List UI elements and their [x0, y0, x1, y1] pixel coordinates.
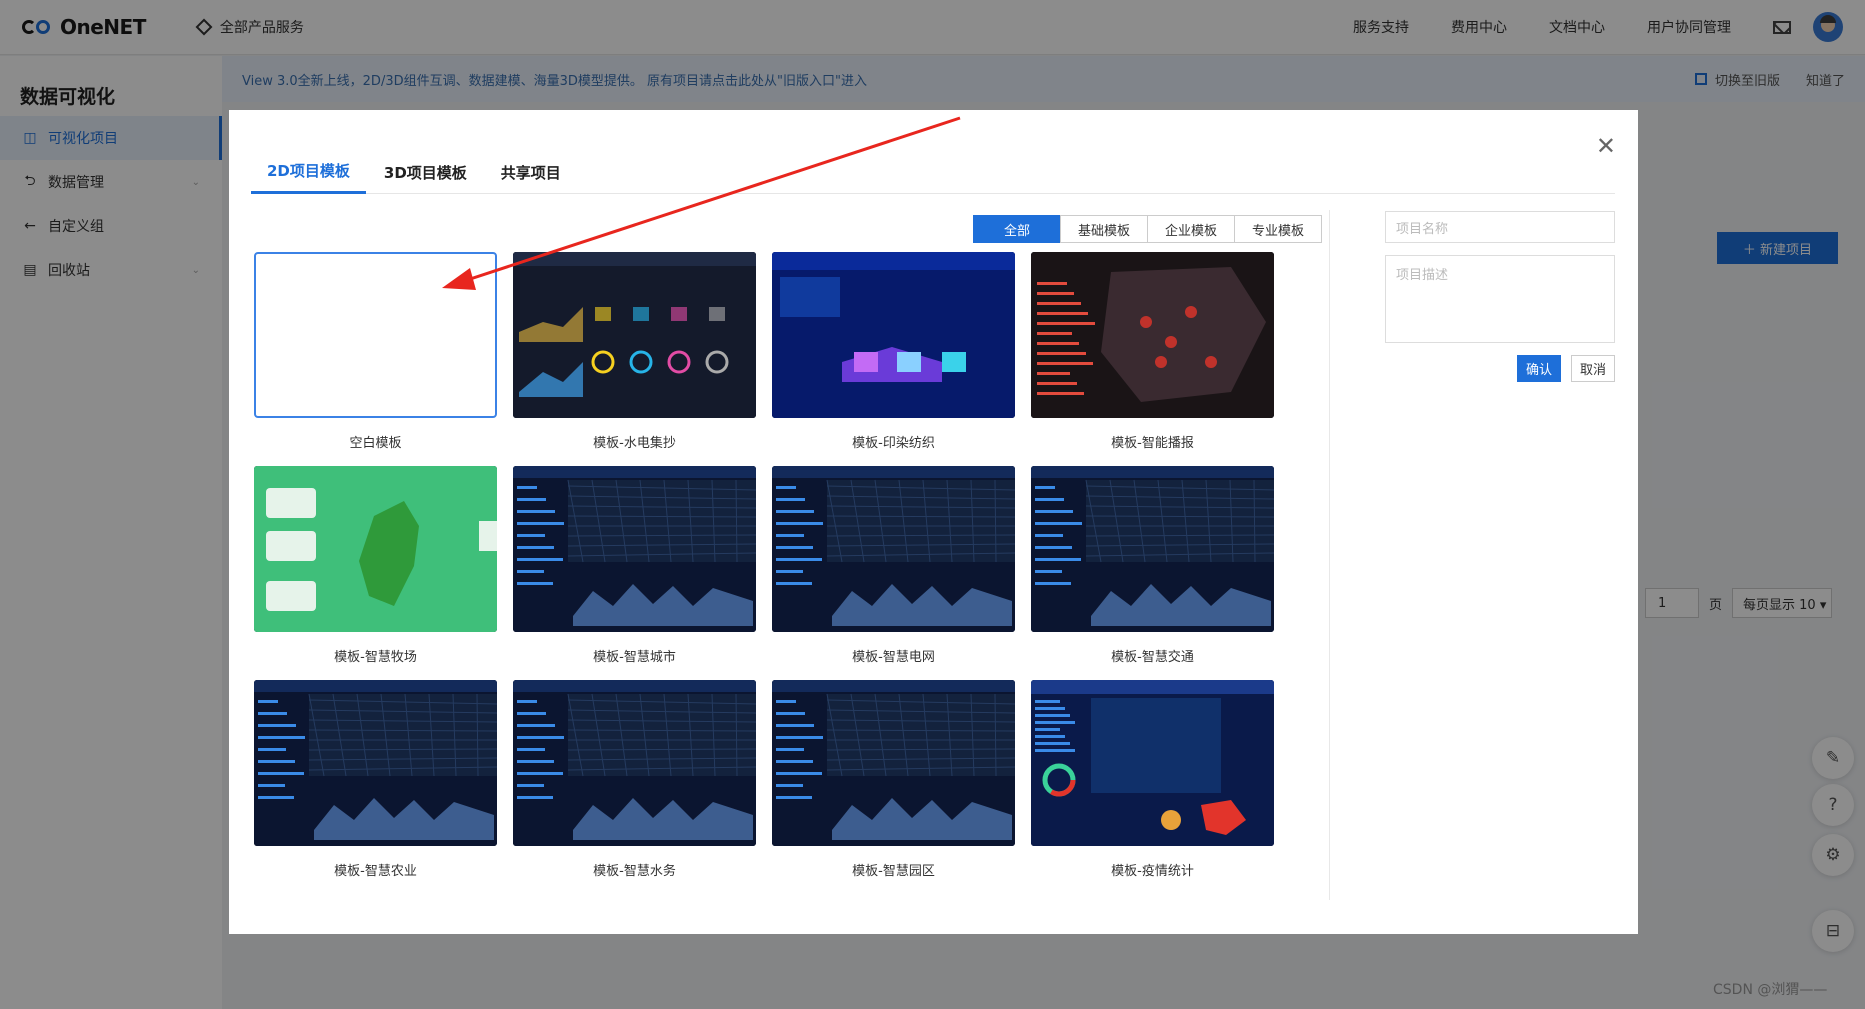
template-thumbnail [513, 252, 756, 418]
template-thumbnail [1031, 252, 1274, 418]
template-thumbnail [513, 466, 756, 632]
template-card-blank[interactable]: 空白模板 [254, 252, 497, 451]
template-card[interactable]: 模板-水电集抄 [513, 252, 756, 451]
template-thumbnail [1031, 680, 1274, 846]
new-project-modal: ✕ 2D项目模板 3D项目模板 共享项目 全部 基础模板 企业模板 专业模板 空… [229, 110, 1638, 934]
filter-basic[interactable]: 基础模板 [1060, 215, 1148, 243]
template-card[interactable]: 模板-智慧园区 [772, 680, 1015, 879]
confirm-button[interactable]: 确认 [1517, 355, 1561, 382]
template-card[interactable]: 模板-智能播报 [1031, 252, 1274, 451]
modal-divider [1329, 210, 1330, 900]
template-thumbnail [254, 466, 497, 632]
project-description-input[interactable]: 项目描述 [1385, 255, 1615, 343]
template-label: 模板-智慧电网 [852, 650, 935, 665]
template-label: 模板-水电集抄 [593, 436, 676, 451]
template-thumbnail [772, 680, 1015, 846]
template-thumbnail [772, 252, 1015, 418]
template-thumbnail [772, 466, 1015, 632]
template-card[interactable]: 模板-疫情统计 [1031, 680, 1274, 879]
template-card[interactable]: 模板-智慧农业 [254, 680, 497, 879]
template-filters: 全部 基础模板 企业模板 专业模板 [973, 215, 1322, 243]
tab-shared-projects[interactable]: 共享项目 [485, 150, 577, 194]
template-card[interactable]: 模板-智慧牧场 [254, 466, 497, 665]
template-thumbnail [1031, 466, 1274, 632]
template-label: 模板-智慧交通 [1111, 650, 1194, 665]
template-thumbnail [254, 252, 497, 418]
template-label: 模板-智慧水务 [593, 864, 676, 879]
filter-all[interactable]: 全部 [973, 215, 1061, 243]
template-card[interactable]: 模板-智慧电网 [772, 466, 1015, 665]
template-label: 模板-智慧园区 [852, 864, 935, 879]
tab-2d-templates[interactable]: 2D项目模板 [251, 150, 366, 194]
template-label: 模板-疫情统计 [1111, 864, 1194, 879]
template-label: 模板-智慧农业 [334, 864, 417, 879]
template-label: 模板-智慧城市 [593, 650, 676, 665]
project-form: 项目名称 项目描述 确认 取消 [1385, 211, 1615, 382]
template-card[interactable]: 模板-智慧城市 [513, 466, 756, 665]
filter-professional[interactable]: 专业模板 [1234, 215, 1322, 243]
template-label: 空白模板 [349, 436, 402, 451]
tab-3d-templates[interactable]: 3D项目模板 [368, 150, 483, 194]
template-label: 模板-智慧牧场 [334, 650, 417, 665]
template-card[interactable]: 模板-印染纺织 [772, 252, 1015, 451]
template-tabs: 2D项目模板 3D项目模板 共享项目 [251, 150, 1615, 194]
template-card[interactable]: 模板-智慧水务 [513, 680, 756, 879]
template-label: 模板-印染纺织 [852, 436, 935, 451]
cancel-button[interactable]: 取消 [1571, 355, 1615, 382]
template-label: 模板-智能播报 [1111, 436, 1194, 451]
template-card[interactable]: 模板-智慧交通 [1031, 466, 1274, 665]
template-thumbnail [513, 680, 756, 846]
template-thumbnail [254, 680, 497, 846]
filter-enterprise[interactable]: 企业模板 [1147, 215, 1235, 243]
project-name-input[interactable]: 项目名称 [1385, 211, 1615, 243]
